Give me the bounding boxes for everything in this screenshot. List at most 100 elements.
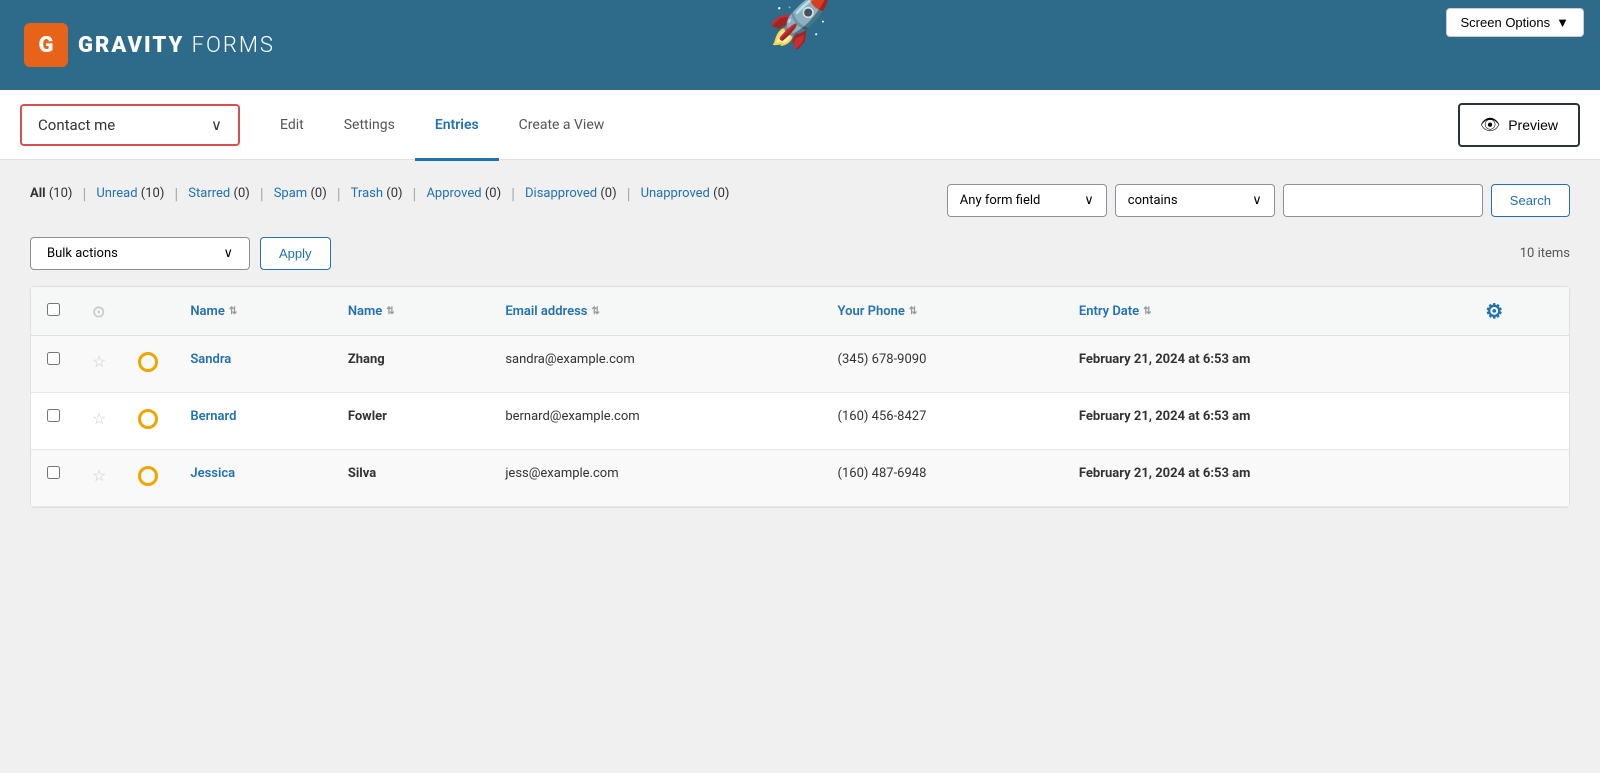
star-col: ⊙ <box>76 287 122 336</box>
row-status-cell <box>122 336 174 393</box>
sep3: | <box>260 184 264 203</box>
row-first-name-cell: Bernard <box>174 393 331 450</box>
screen-options-label: Screen Options <box>1461 15 1551 30</box>
header: G GRAVITY FORMS 🚀 Screen Options ▼ <box>0 0 1600 90</box>
search-button[interactable]: Search <box>1491 184 1570 217</box>
row-checkbox-cell <box>31 336 76 393</box>
nav-link-edit[interactable]: Edit <box>260 92 324 161</box>
row-date-cell: February 21, 2024 at 6:53 am <box>1063 336 1469 393</box>
sep2: | <box>174 184 178 203</box>
row-star-cell: ☆ <box>76 450 122 507</box>
nav-link-create-view[interactable]: Create a View <box>499 92 625 161</box>
row-last-name-cell: Silva <box>332 450 489 507</box>
entry-link-2[interactable]: Jessica <box>190 466 235 481</box>
row-email-cell: bernard@example.com <box>489 393 821 450</box>
col-first-name[interactable]: Name ⇅ <box>174 287 331 336</box>
table-header-row: ⊙ Name ⇅ Name ⇅ <box>31 287 1569 336</box>
star-icon[interactable]: ☆ <box>92 352 106 371</box>
select-all-checkbox[interactable] <box>47 303 60 316</box>
sep1: | <box>82 184 86 203</box>
sort-arrows-date: ⇅ <box>1143 306 1151 317</box>
chevron-down-icon: ∨ <box>1252 193 1262 208</box>
entries-table: ⊙ Name ⇅ Name ⇅ <box>31 287 1569 507</box>
logo-area: G GRAVITY FORMS <box>24 23 275 67</box>
form-selector-dropdown[interactable]: Contact me ∨ <box>20 104 240 146</box>
top-controls: All (10) | Unread (10) | Starred (0) | S… <box>30 184 1570 221</box>
row-date-cell: February 21, 2024 at 6:53 am <box>1063 393 1469 450</box>
row-phone-cell: (160) 456-8427 <box>822 393 1063 450</box>
condition-select-dropdown[interactable]: contains ∨ <box>1115 184 1275 217</box>
filter-section: All (10) | Unread (10) | Starred (0) | S… <box>30 184 947 221</box>
chevron-down-icon: ∨ <box>223 246 233 261</box>
filter-row: All (10) | Unread (10) | Starred (0) | S… <box>30 184 947 203</box>
filter-disapproved: Disapproved (0) <box>525 186 617 201</box>
row-last-name-cell: Zhang <box>332 336 489 393</box>
row-date-cell: February 21, 2024 at 6:53 am <box>1063 450 1469 507</box>
nav-link-settings[interactable]: Settings <box>324 92 415 161</box>
field-select-dropdown[interactable]: Any form field ∨ <box>947 184 1107 217</box>
bulk-actions-label: Bulk actions <box>47 246 118 261</box>
row-checkbox-2[interactable] <box>47 466 60 479</box>
status-circle-icon <box>138 466 158 486</box>
filter-spam: Spam (0) <box>274 186 327 201</box>
sort-arrows-email: ⇅ <box>591 306 599 317</box>
sort-arrows-phone: ⇅ <box>909 306 917 317</box>
filter-approved: Approved (0) <box>426 186 501 201</box>
col-email[interactable]: Email address ⇅ <box>489 287 821 336</box>
nav-link-entries[interactable]: Entries <box>415 92 499 161</box>
row-actions-cell <box>1469 393 1569 450</box>
row-phone-cell: (160) 487-6948 <box>822 450 1063 507</box>
sep6: | <box>511 184 515 203</box>
select-all-col <box>31 287 76 336</box>
apply-button[interactable]: Apply <box>260 237 331 270</box>
items-count: 10 items <box>1520 246 1570 261</box>
col-date[interactable]: Entry Date ⇅ <box>1063 287 1469 336</box>
row-checkbox-0[interactable] <box>47 352 60 365</box>
row-actions-cell <box>1469 450 1569 507</box>
row-email-cell: sandra@example.com <box>489 336 821 393</box>
filter-unread: Unread (10) <box>96 186 164 201</box>
table-row: ☆ Sandra Zhang sandra@example.com (345) … <box>31 336 1569 393</box>
entry-link-1[interactable]: Bernard <box>190 409 236 424</box>
row-status-cell <box>122 450 174 507</box>
eye-icon: 👁 <box>1480 115 1500 135</box>
sep5: | <box>413 184 417 203</box>
bulk-actions-dropdown[interactable]: Bulk actions ∨ <box>30 237 250 270</box>
sort-arrows-name: ⇅ <box>229 306 237 317</box>
row-last-name-cell: Fowler <box>332 393 489 450</box>
logo-text: GRAVITY FORMS <box>78 33 275 58</box>
form-selector-label: Contact me <box>38 116 115 134</box>
row-checkbox-cell <box>31 450 76 507</box>
table-row: ☆ Bernard Fowler bernard@example.com (16… <box>31 393 1569 450</box>
row-phone-cell: (345) 678-9090 <box>822 336 1063 393</box>
filter-unapproved: Unapproved (0) <box>641 186 730 201</box>
preview-button[interactable]: 👁 Preview <box>1458 103 1580 147</box>
entry-link-0[interactable]: Sandra <box>190 352 231 367</box>
search-button-label: Search <box>1510 193 1551 208</box>
chevron-down-icon: ▼ <box>1556 15 1569 30</box>
row-star-cell: ☆ <box>76 393 122 450</box>
entries-table-container: ⊙ Name ⇅ Name ⇅ <box>30 286 1570 508</box>
star-icon[interactable]: ☆ <box>92 409 106 428</box>
row-checkbox-1[interactable] <box>47 409 60 422</box>
chevron-down-icon: ∨ <box>1084 193 1094 208</box>
table-row: ☆ Jessica Silva jess@example.com (160) 4… <box>31 450 1569 507</box>
sep4: | <box>337 184 341 203</box>
gravity-forms-logo-icon: G <box>24 23 68 67</box>
star-icon[interactable]: ☆ <box>92 466 106 485</box>
filter-trash: Trash (0) <box>351 186 403 201</box>
row-checkbox-cell <box>31 393 76 450</box>
bulk-actions-row: Bulk actions ∨ Apply 10 items <box>30 237 1570 270</box>
col-settings: ⚙ <box>1469 287 1569 336</box>
nav-links: Edit Settings Entries Create a View <box>260 90 624 159</box>
col-last-name[interactable]: Name ⇅ <box>332 287 489 336</box>
screen-options-button[interactable]: Screen Options ▼ <box>1446 8 1584 37</box>
table-settings-icon[interactable]: ⚙ <box>1485 299 1503 323</box>
search-section: Any form field ∨ contains ∨ Search <box>947 184 1570 217</box>
row-actions-cell <box>1469 336 1569 393</box>
search-input[interactable] <box>1283 184 1483 217</box>
row-first-name-cell: Sandra <box>174 336 331 393</box>
preview-label: Preview <box>1508 117 1558 133</box>
col-phone[interactable]: Your Phone ⇅ <box>822 287 1063 336</box>
field-select-label: Any form field <box>960 193 1041 208</box>
